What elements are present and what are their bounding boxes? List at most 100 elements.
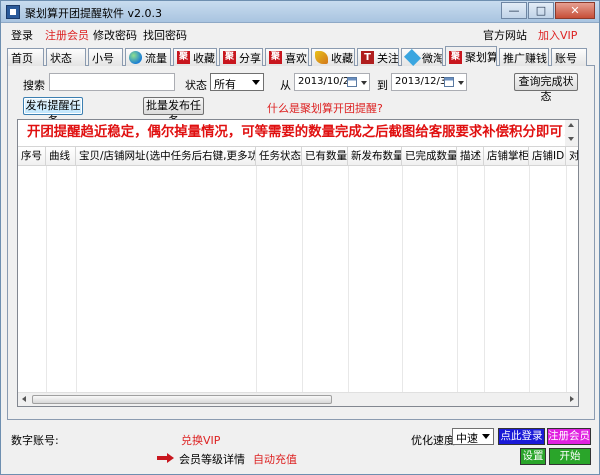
- tab-favorites[interactable]: 聚收藏: [173, 48, 217, 66]
- menu-login[interactable]: 登录: [11, 27, 33, 43]
- ju-icon: 聚: [449, 50, 462, 64]
- menu-change-password[interactable]: 修改密码: [93, 27, 137, 43]
- tab-label: 聚划算: [465, 51, 497, 64]
- menu-register[interactable]: 注册会员: [45, 27, 89, 43]
- column-header[interactable]: 店铺ID: [529, 147, 566, 165]
- column-header[interactable]: 任务状态: [256, 147, 302, 165]
- tab-status[interactable]: 状态: [46, 48, 86, 66]
- tab-juhuasuan[interactable]: 聚聚划算: [445, 46, 497, 67]
- tab-traffic[interactable]: 流量: [125, 48, 171, 66]
- tab-label: 首页: [11, 51, 33, 65]
- tab-follow[interactable]: T 关注: [357, 48, 399, 66]
- column-divider: [76, 166, 77, 392]
- column-header[interactable]: 描述: [457, 147, 484, 165]
- menu-recover-password[interactable]: 找回密码: [143, 27, 187, 43]
- column-divider: [348, 166, 349, 392]
- arrow-right-icon: [157, 453, 175, 463]
- tab-promotion[interactable]: 推广赚钱: [499, 48, 549, 66]
- column-header[interactable]: 店铺掌柜: [484, 147, 529, 165]
- scroll-left-icon[interactable]: [22, 396, 26, 402]
- close-button[interactable]: ✕: [555, 2, 595, 19]
- column-header[interactable]: 已完成数量: [402, 147, 457, 165]
- speed-select[interactable]: 中速: [452, 428, 494, 445]
- column-divider: [302, 166, 303, 392]
- auto-recharge-link[interactable]: 自动充值: [253, 451, 297, 467]
- status-select[interactable]: 所有: [210, 73, 264, 91]
- grid-header: 序号 曲线 宝贝/店铺网址(选中任务后右键,更多功能) 任务状态 已有数量 新发…: [18, 146, 578, 166]
- scroll-thumb[interactable]: [32, 395, 332, 404]
- app-icon: [6, 5, 20, 19]
- bottom-bar: 数字账号: 兑换VIP 会员等级详情 自动充值 优化速度 中速 点此登录 注册会…: [1, 421, 599, 474]
- search-label: 搜索: [23, 79, 45, 92]
- search-input[interactable]: [49, 73, 175, 91]
- window-title: 聚划算开团提醒软件 v2.0.3: [25, 7, 162, 20]
- tab-collect[interactable]: 收藏: [311, 48, 355, 66]
- chevron-down-icon: [482, 434, 490, 439]
- tab-label: 分享: [239, 51, 261, 65]
- scroll-down-icon[interactable]: [568, 137, 574, 141]
- scroll-up-icon[interactable]: [568, 123, 574, 127]
- calendar-icon: [444, 77, 454, 87]
- from-date-picker[interactable]: 2013/10/27: [294, 73, 370, 91]
- chevron-down-icon: [458, 81, 464, 85]
- tab-accounts[interactable]: 小号: [88, 48, 123, 66]
- column-divider: [566, 166, 567, 392]
- tab-home[interactable]: 首页: [7, 48, 44, 66]
- calendar-icon: [347, 77, 357, 87]
- grid-body[interactable]: [18, 166, 578, 392]
- minimize-button[interactable]: —: [501, 2, 527, 19]
- member-level-link[interactable]: 会员等级详情: [179, 451, 245, 467]
- account-label: 数字账号:: [11, 434, 59, 447]
- tab-label: 关注: [377, 51, 399, 65]
- tab-label: 喜欢: [285, 51, 307, 65]
- start-button[interactable]: 开始: [549, 448, 591, 465]
- title-bar[interactable]: 聚划算开团提醒软件 v2.0.3 — □ ✕: [1, 1, 599, 23]
- batch-publish-button[interactable]: 批量发布任务: [143, 97, 204, 127]
- tab-label: 小号: [92, 51, 114, 65]
- menu-official-site[interactable]: 官方网站: [483, 27, 527, 43]
- query-status-button[interactable]: 查询完成状态: [514, 73, 578, 103]
- column-divider: [529, 166, 530, 392]
- column-header[interactable]: 已有数量: [302, 147, 348, 165]
- notice-banner: 开团提醒趋近稳定，偶尔掉量情况，可等需要的数量完成之后截图给客服要求补偿积分即可…: [27, 125, 566, 140]
- maximize-button[interactable]: □: [528, 2, 554, 19]
- column-header[interactable]: 序号: [18, 147, 46, 165]
- banner-scrollbar[interactable]: [565, 120, 578, 146]
- chevron-down-icon: [252, 80, 260, 85]
- column-divider: [457, 166, 458, 392]
- what-is-juhuasuan-link[interactable]: 什么是聚划算开团提醒?: [267, 100, 383, 116]
- tab-like[interactable]: 聚喜欢: [265, 48, 309, 66]
- column-divider: [402, 166, 403, 392]
- publish-reminder-button[interactable]: 发布提醒任务: [23, 97, 83, 127]
- tab-label: 状态: [50, 51, 72, 65]
- column-header[interactable]: 对: [566, 147, 578, 165]
- ju-icon: 聚: [269, 51, 282, 64]
- click-login-button[interactable]: 点此登录: [498, 428, 545, 445]
- column-divider: [46, 166, 47, 392]
- redeem-vip-link[interactable]: 兑换VIP: [181, 432, 220, 448]
- tab-weitao[interactable]: 微淘: [401, 48, 443, 66]
- menu-join-vip[interactable]: 加入VIP: [538, 27, 577, 43]
- tab-strip: 首页 状态 小号 流量 聚收藏 聚分享 聚喜欢 收藏 T 关注 微淘 聚聚划算 推…: [7, 46, 595, 67]
- tab-label: 收藏: [193, 51, 215, 65]
- column-header[interactable]: 宝贝/店铺网址(选中任务后右键,更多功能): [76, 147, 256, 165]
- to-label: 到: [377, 79, 388, 92]
- tab-label: 微淘: [422, 51, 443, 65]
- tab-account[interactable]: 账号: [551, 48, 587, 66]
- tab-share[interactable]: 聚分享: [219, 48, 263, 66]
- diamond-icon: [404, 49, 421, 66]
- tab-label: 账号: [555, 51, 577, 65]
- from-label: 从: [280, 79, 291, 92]
- settings-button[interactable]: 设置: [520, 448, 546, 465]
- register-member-button[interactable]: 注册会员: [547, 428, 591, 445]
- tab-label: 流量: [145, 51, 167, 65]
- globe-icon: [129, 51, 142, 64]
- to-date-picker[interactable]: 2013/12/31: [391, 73, 467, 91]
- task-grid[interactable]: 开团提醒趋近稳定，偶尔掉量情况，可等需要的数量完成之后截图给客服要求补偿积分即可…: [17, 119, 579, 407]
- horizontal-scrollbar[interactable]: [18, 392, 578, 406]
- menu-bar: 登录 注册会员 修改密码 找回密码 官方网站 加入VIP: [1, 23, 599, 43]
- column-header[interactable]: 新发布数量: [348, 147, 402, 165]
- scroll-right-icon[interactable]: [570, 396, 574, 402]
- feather-icon: [315, 51, 328, 64]
- column-header[interactable]: 曲线: [46, 147, 76, 165]
